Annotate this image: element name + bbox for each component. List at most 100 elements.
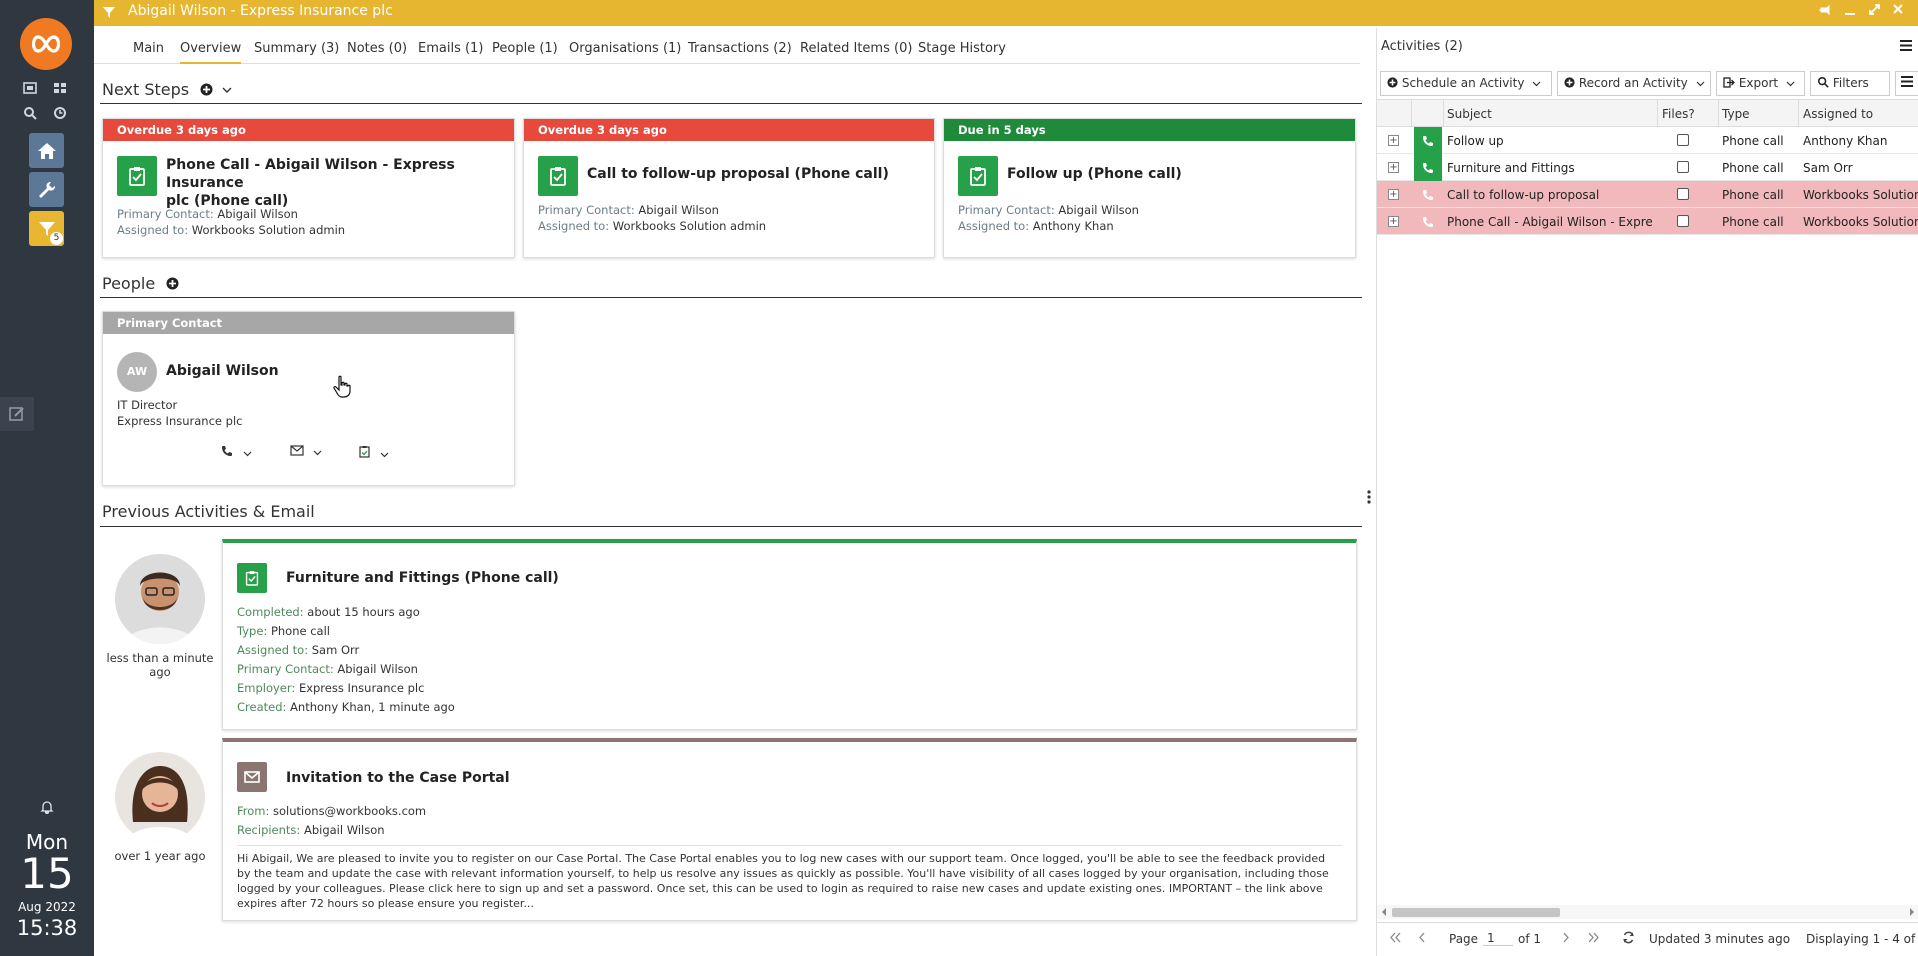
app-logo-icon[interactable] [20,18,72,70]
left-sidebar: 5 Mon 15 Aug 2022 15:38 [0,0,94,956]
column-type[interactable]: Type [1722,107,1750,121]
pin-icon[interactable] [1818,3,1832,21]
previous-email-card[interactable]: Invitation to the Case Portal From: solu… [222,738,1357,921]
files-checkbox[interactable] [1677,188,1689,200]
search-icon [1817,76,1829,88]
tab-stage-history[interactable]: Stage History [918,41,1006,56]
column-assigned-to[interactable]: Assigned to [1803,107,1873,121]
email-body-line: by the team and update the case with rel… [237,867,1329,880]
files-checkbox[interactable] [1677,161,1689,173]
horizontal-scrollbar[interactable] [1377,905,1918,919]
primary-contact-value: Abigail Wilson [217,207,298,221]
previous-page-icon[interactable] [1418,932,1426,946]
notepad-tab[interactable] [0,397,34,431]
field-value: Anthony Khan, 1 minute ago [290,700,455,714]
row-type: Phone call [1722,161,1784,175]
field-label: Primary Contact: [958,203,1055,217]
grid-icon[interactable] [52,82,68,98]
export-icon [1723,77,1735,88]
scrollbar-thumb[interactable] [1392,908,1560,917]
tools-button[interactable] [29,172,64,207]
row-subject[interactable]: Follow up [1447,134,1652,148]
tab-notes[interactable]: Notes (0) [347,41,407,56]
home-icon [37,142,56,159]
previous-activity-card[interactable]: Furniture and Fittings (Phone call) Comp… [222,539,1357,730]
card-meta: Primary Contact: Abigail Wilson Assigned… [117,206,345,238]
tab-summary[interactable]: Summary (3) [254,41,339,56]
assigned-to-value: Anthony Khan [1032,219,1114,233]
notification-bell-icon[interactable] [0,800,94,817]
grid-options-button[interactable] [1895,71,1918,96]
first-page-icon[interactable] [1389,932,1401,946]
row-subject[interactable]: Furniture and Fittings [1447,161,1652,175]
hand-cursor-icon [333,375,351,398]
expand-row-icon[interactable]: + [1388,135,1399,146]
tab-main[interactable]: Main [133,41,164,56]
table-row[interactable]: + Phone Call - Abigail Wilson - Expre...… [1377,208,1918,235]
job-title: IT Director [117,398,178,412]
page-label: Page [1449,932,1479,946]
splitter-handle-icon[interactable] [1367,489,1371,505]
history-icon[interactable] [52,106,68,122]
table-row[interactable]: + Furniture and Fittings Phone call Sam … [1377,154,1918,181]
person-name[interactable]: Abigail Wilson [166,362,279,380]
activity-title[interactable]: Furniture and Fittings (Phone call) [286,569,559,587]
call-menu-button[interactable] [221,445,252,460]
next-step-card[interactable]: Due in 5 days Follow up (Phone call) Pri… [943,118,1356,258]
expand-row-icon[interactable]: + [1388,189,1399,200]
next-step-card[interactable]: Overdue 3 days ago Phone Call - Abigail … [102,118,515,258]
column-subject[interactable]: Subject [1447,107,1492,121]
card-title[interactable]: Call to follow-up proposal (Phone call) [587,165,927,183]
close-icon[interactable] [1892,3,1904,19]
expand-row-icon[interactable]: + [1388,162,1399,173]
row-type: Phone call [1722,134,1784,148]
schedule-activity-button[interactable]: Schedule an Activity [1380,71,1552,96]
filter-button[interactable]: 5 [29,211,64,246]
card-title[interactable]: Follow up (Phone call) [1007,165,1347,183]
add-step-icon[interactable] [200,83,213,96]
search-icon[interactable] [22,106,38,122]
tab-organisations[interactable]: Organisations (1) [569,41,681,56]
tab-transactions[interactable]: Transactions (2) [688,41,792,56]
task-menu-button[interactable] [359,445,389,461]
chevron-down-icon[interactable] [222,87,232,94]
home-button[interactable] [29,133,64,168]
last-page-icon[interactable] [1588,932,1600,946]
files-checkbox[interactable] [1677,134,1689,146]
table-row[interactable]: + Call to follow-up proposal Phone call … [1377,181,1918,208]
tab-related-items[interactable]: Related Items (0) [800,41,912,56]
filter-icon [103,7,115,18]
tab-people[interactable]: People (1) [492,41,558,56]
add-person-icon[interactable] [166,277,179,290]
email-title[interactable]: Invitation to the Case Portal [286,769,510,787]
record-activity-button[interactable]: Record an Activity [1557,71,1711,96]
email-menu-button[interactable] [290,445,322,459]
dashboard-icon[interactable] [22,82,38,98]
page-number-input[interactable]: 1 [1483,931,1513,946]
panel-menu-icon[interactable] [1900,40,1912,51]
refresh-icon[interactable] [1622,931,1635,947]
table-row[interactable]: + Follow up Phone call Anthony Khan [1377,127,1918,154]
card-meta: Primary Contact: Abigail Wilson Assigned… [958,202,1139,234]
row-subject[interactable]: Call to follow-up proposal [1447,188,1652,202]
next-page-icon[interactable] [1562,932,1570,946]
filters-button[interactable]: Filters [1810,71,1890,96]
field-label: Created: [237,700,287,714]
column-files[interactable]: Files? [1662,107,1695,121]
export-button[interactable]: Export [1716,71,1805,96]
tab-overview[interactable]: Overview [180,41,242,64]
chevron-down-icon [313,450,322,456]
row-assigned: Workbooks Solution [1803,215,1918,229]
person-card[interactable]: Primary Contact AW Abigail Wilson IT Dir… [102,311,515,486]
maximize-icon[interactable] [1868,3,1881,20]
email-divider [237,845,1342,846]
tab-emails[interactable]: Emails (1) [418,41,483,56]
minimize-icon[interactable] [1844,3,1856,21]
expand-row-icon[interactable]: + [1388,216,1399,227]
files-checkbox[interactable] [1677,215,1689,227]
next-steps-title: Next Steps [102,80,190,99]
next-step-card[interactable]: Overdue 3 days ago Call to follow-up pro… [523,118,935,258]
activities-panel: Activities (2) Schedule an Activity Reco… [1376,28,1918,956]
card-title[interactable]: Phone Call - Abigail Wilson - Express In… [166,156,506,210]
row-subject[interactable]: Phone Call - Abigail Wilson - Expre... [1447,215,1652,229]
